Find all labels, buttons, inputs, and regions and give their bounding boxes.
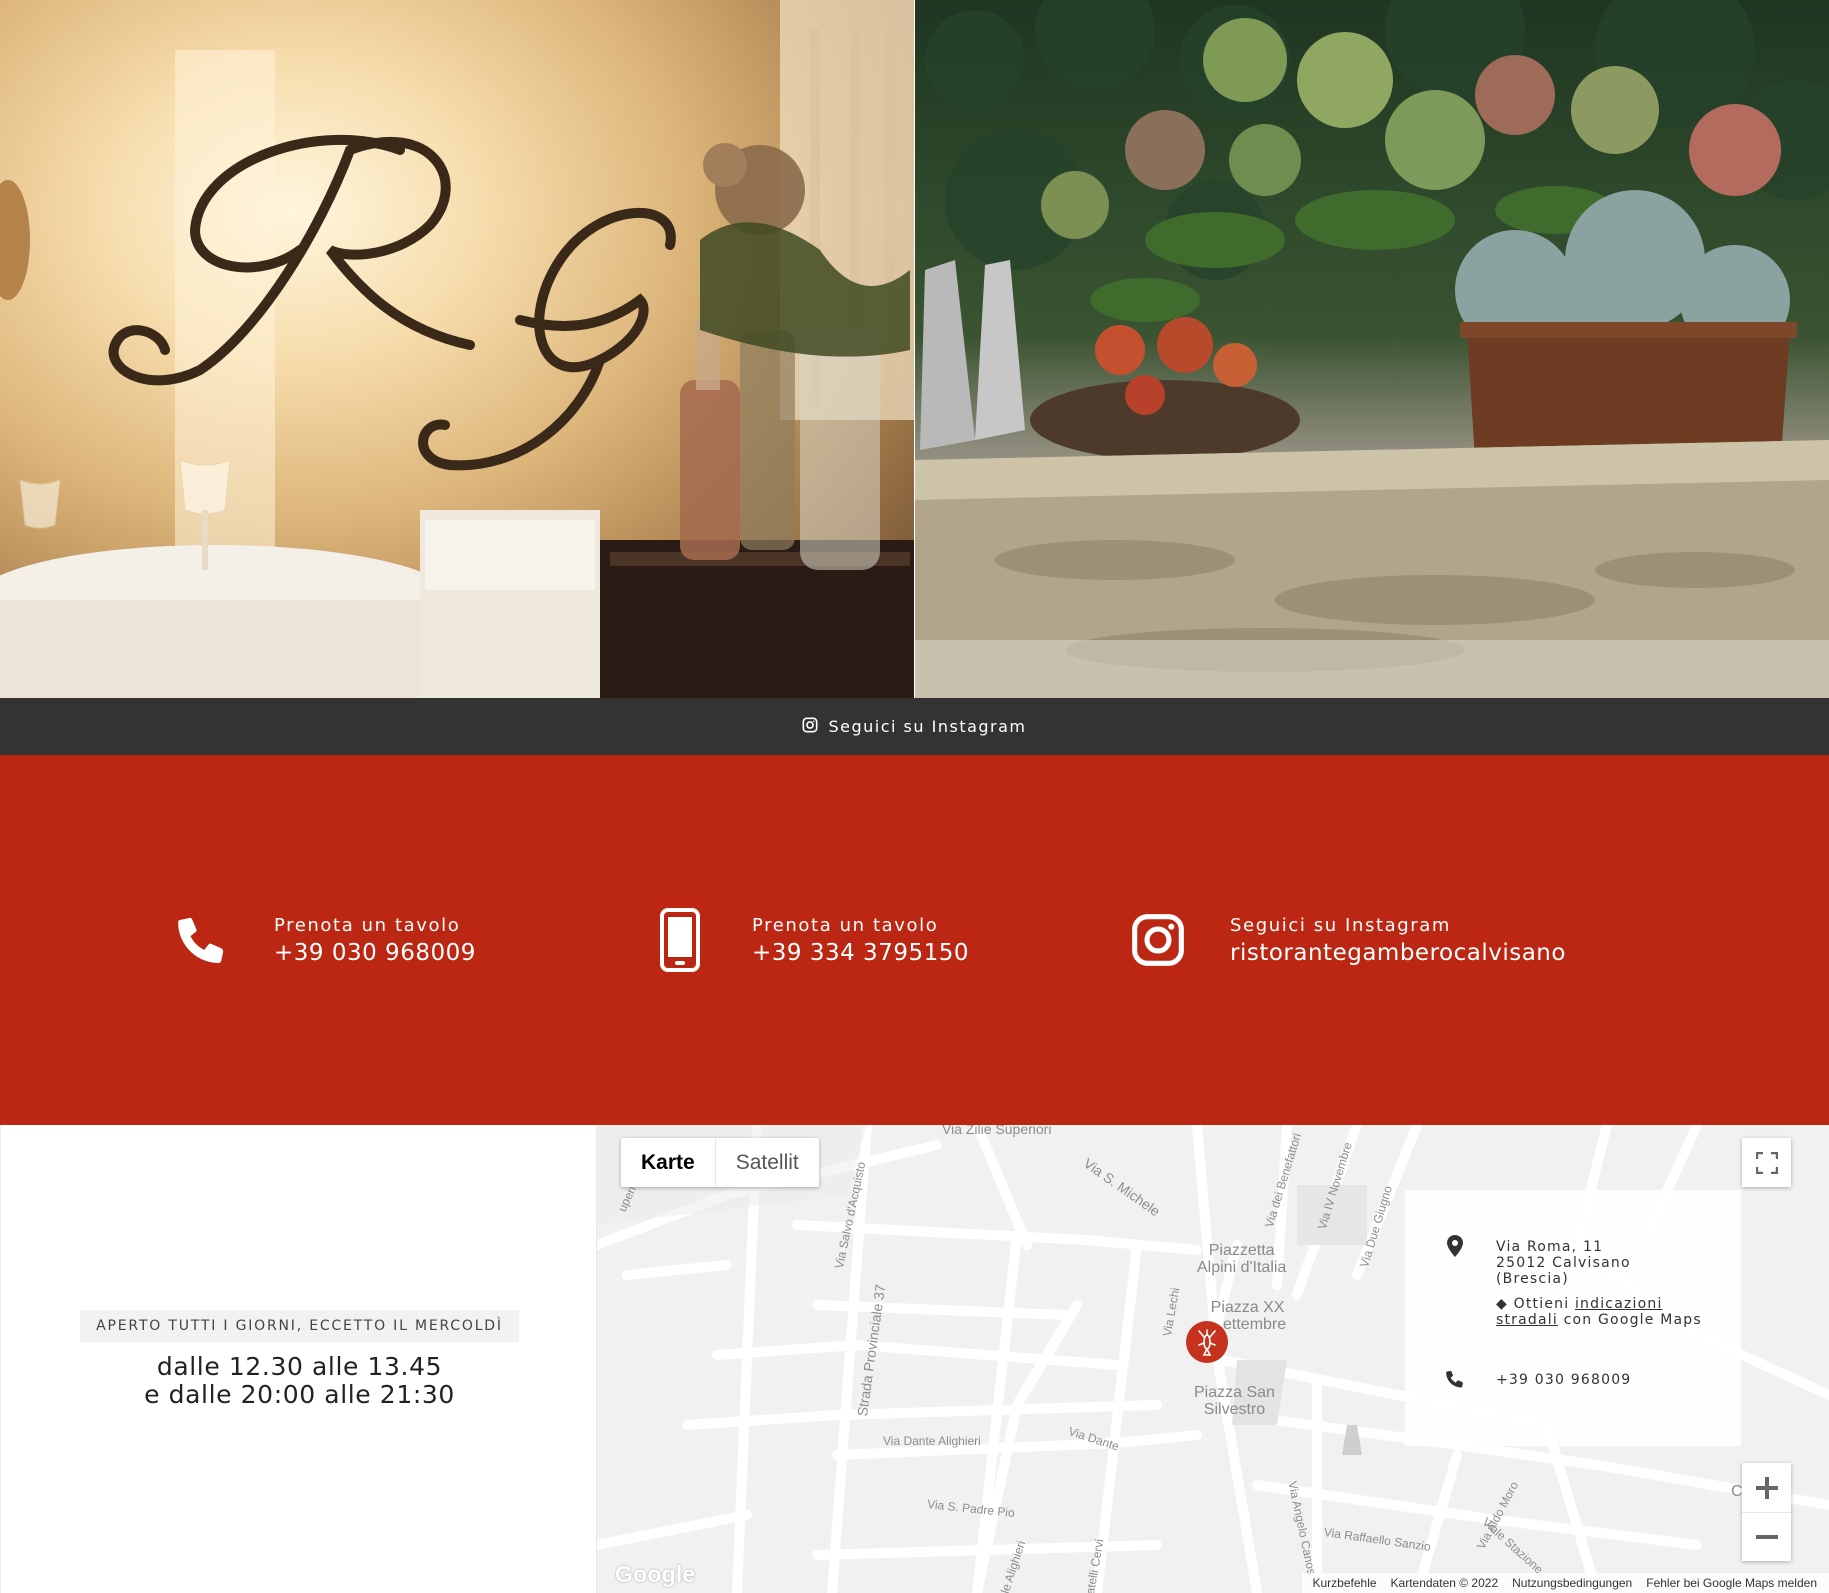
map-info-address: Via Roma, 11 25012 Calvisano (Brescia) — [1496, 1239, 1726, 1287]
map-place-label-line: Piazzetta — [1208, 1242, 1275, 1259]
map-place-label-line: Piazza XX — [1210, 1299, 1285, 1316]
contact-band: Prenota un tavolo +39 030 968009 Prenota… — [0, 755, 1829, 1125]
google-map[interactable]: Via Zilie Superiori Via S. Michele Via d… — [597, 1125, 1829, 1593]
zoom-out-button[interactable] — [1742, 1512, 1791, 1561]
contact-item-mobile[interactable]: Prenota un tavolo +39 334 3795150 — [650, 905, 969, 975]
contact-phone-value[interactable]: +39 030 968009 — [274, 940, 476, 966]
map-info-phone[interactable]: +39 030 968009 — [1496, 1372, 1726, 1388]
contact-instagram-value[interactable]: ristorantegamberocalvisano — [1230, 940, 1566, 966]
plus-icon — [1755, 1476, 1778, 1499]
location-pin-icon — [1445, 1234, 1465, 1258]
opening-times-lunch: dalle 12.30 alle 13.45 — [156, 1352, 443, 1381]
map-street-label: Via Dante Alighieri — [883, 1434, 981, 1448]
address-line: 25012 Calvisano — [1496, 1255, 1631, 1271]
terms-link[interactable]: Nutzungsbedingungen — [1512, 1576, 1632, 1590]
opening-hours: APERTO TUTTI I GIORNI, ECCETTO IL MERCOL… — [0, 1125, 597, 1593]
map-place-label-line: Silvestro — [1203, 1401, 1266, 1418]
map-type-map-button[interactable]: Karte — [621, 1138, 715, 1187]
google-logo[interactable]: Google — [615, 1561, 695, 1588]
contact-mobile-value[interactable]: +39 334 3795150 — [752, 940, 969, 966]
contact-item-instagram[interactable]: Seguici su Instagram ristorantegamberoca… — [1128, 905, 1566, 975]
minus-icon — [1755, 1535, 1778, 1539]
zoom-in-button[interactable] — [1742, 1463, 1791, 1512]
instagram-icon — [1128, 905, 1188, 975]
phone-icon — [172, 905, 232, 975]
map-place-label-line: Alpini d'Italia — [1197, 1259, 1287, 1276]
map-place-label: Piazzetta Alpini d'Italia — [1197, 1242, 1286, 1276]
opening-times-dinner: e dalle 20:00 alle 21:30 — [144, 1380, 455, 1409]
mobile-phone-icon — [650, 905, 710, 975]
opening-times: dalle 12.30 alle 13.45 e dalle 20:00 all… — [1, 1353, 598, 1409]
contact-label: Seguici su Instagram — [1230, 914, 1452, 936]
phone-icon — [1445, 1367, 1465, 1391]
dining-room-illustration — [0, 0, 914, 698]
map-info-box: Via Roma, 11 25012 Calvisano (Brescia) ◆… — [1405, 1190, 1741, 1446]
address-line: (Brescia) — [1496, 1271, 1569, 1287]
instagram-icon — [802, 717, 818, 737]
keyboard-shortcuts-link[interactable]: Kurzbefehle — [1312, 1576, 1376, 1590]
hero-banner — [0, 0, 1829, 698]
map-attribution: Kurzbefehle Kartendaten © 2022 Nutzungsb… — [1302, 1573, 1829, 1593]
map-info-directions: ◆ Ottieni indicazioni stradali con Googl… — [1496, 1296, 1726, 1328]
map-street-label: Via Zilie Superiori — [942, 1125, 1052, 1137]
instagram-bar[interactable]: Seguici su Instagram — [0, 698, 1829, 755]
contact-label: Prenota un tavolo — [752, 914, 939, 936]
map-type-control: Karte Satellit — [621, 1138, 819, 1187]
map-place-label-line: Piazza San — [1194, 1384, 1275, 1401]
map-street-label: C — [1731, 1483, 1743, 1500]
restaurant-map-marker[interactable] — [1186, 1321, 1228, 1363]
zoom-control — [1742, 1463, 1791, 1561]
directions-prefix: Ottieni — [1513, 1296, 1570, 1312]
map-place-label: Piazza San Silvestro — [1194, 1384, 1275, 1418]
instagram-bar-label[interactable]: Seguici su Instagram — [828, 717, 1026, 736]
map-type-satellite-button[interactable]: Satellit — [714, 1138, 819, 1187]
contact-label: Prenota un tavolo — [274, 914, 461, 936]
fullscreen-button[interactable] — [1742, 1138, 1791, 1187]
opening-days-badge: APERTO TUTTI I GIORNI, ECCETTO IL MERCOL… — [80, 1310, 519, 1342]
report-error-link[interactable]: Fehler bei Google Maps melden — [1646, 1576, 1817, 1590]
map-data-credit: Kartendaten © 2022 — [1390, 1576, 1499, 1590]
hero-image-flowers — [915, 0, 1829, 698]
hero-image-dining-room — [0, 0, 914, 698]
lobster-icon — [1198, 1329, 1216, 1356]
directions-suffix: con Google Maps — [1563, 1312, 1702, 1328]
address-line: Via Roma, 11 — [1496, 1239, 1604, 1255]
flowers-illustration — [915, 0, 1829, 698]
fullscreen-icon — [1755, 1151, 1778, 1174]
directions-icon: ◆ — [1496, 1296, 1508, 1312]
contact-item-phone[interactable]: Prenota un tavolo +39 030 968009 — [172, 905, 476, 975]
